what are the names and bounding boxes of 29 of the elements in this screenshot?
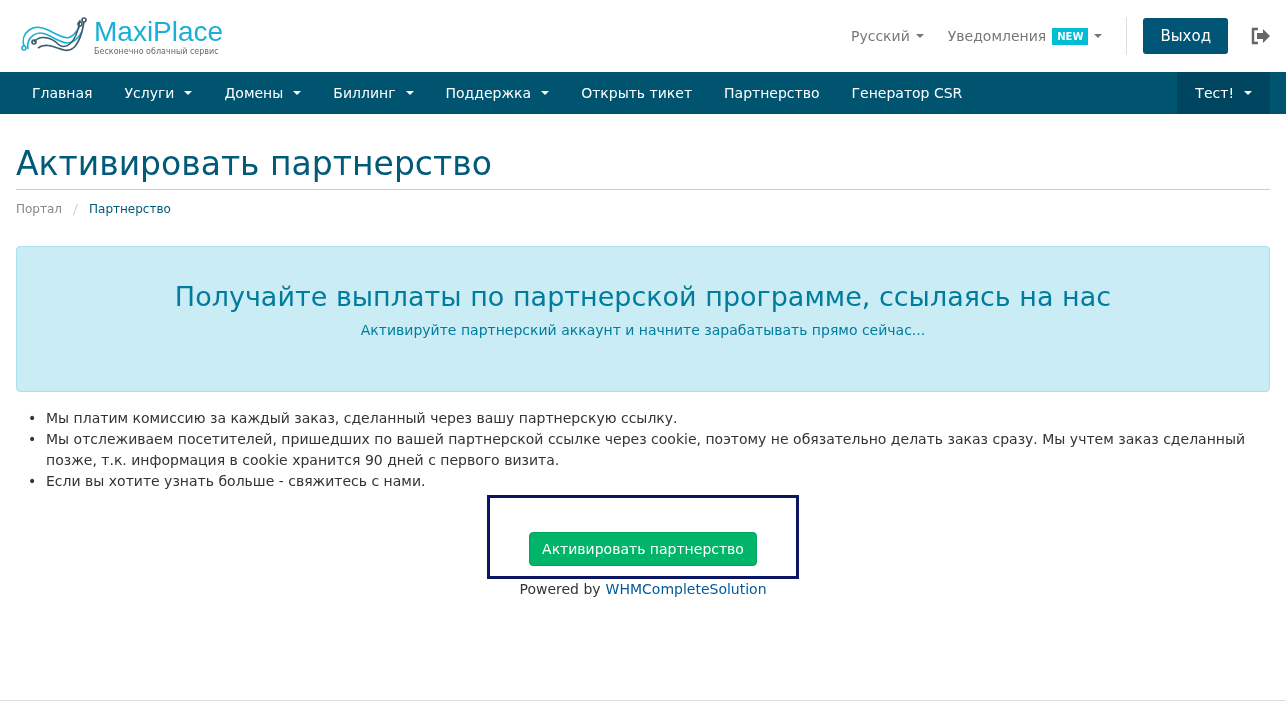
logo-tagline: Бесконечно облачный сервис xyxy=(94,46,220,56)
user-menu[interactable]: Тест! xyxy=(1177,72,1270,114)
banner-subtitle: Активируйте партнерский аккаунт и начните зарабатывать прямо сейчас... xyxy=(359,322,927,338)
bullet-marker: • xyxy=(28,472,36,491)
page-title: Активировать партнерство xyxy=(16,144,1270,190)
nav-item[interactable]: Домены xyxy=(208,72,318,114)
logo-name: MaxiPlace xyxy=(94,16,224,47)
bullet-marker: • xyxy=(28,409,36,428)
new-badge: NEW xyxy=(1052,27,1089,45)
sign-out-icon[interactable] xyxy=(1250,27,1270,45)
logout-button[interactable]: Выход xyxy=(1143,18,1228,54)
nav-item[interactable]: Главная xyxy=(16,72,109,114)
footer-link[interactable]: WHMCompleteSolution xyxy=(605,581,767,597)
powered-by-text: Powered by xyxy=(519,581,601,597)
nav-item[interactable]: Генератор CSR xyxy=(835,72,979,114)
bullet-marker: • xyxy=(28,430,36,449)
nav-item[interactable]: Открыть тикет xyxy=(565,72,709,114)
bullet-text: Мы платим комиссию за каждый заказ, сделанный через вашу партнерскую ссылку. xyxy=(46,409,678,428)
nav-item[interactable]: Услуги xyxy=(108,72,209,114)
breadcrumb-item[interactable]: Партнерство xyxy=(89,202,171,216)
banner-title: Получайте выплаты по партнерской программе, ссылаясь на нас xyxy=(173,281,1113,312)
nav-item[interactable]: Биллинг xyxy=(317,72,430,114)
top-link[interactable]: Уведомления NEW xyxy=(947,27,1103,45)
nav-item[interactable]: Поддержка xyxy=(429,72,566,114)
breadcrumb-item[interactable]: Портал xyxy=(16,202,62,216)
top-link[interactable]: Русский xyxy=(851,28,924,44)
bullet-text: Если вы хотите узнать больше - свяжитесь с нами. xyxy=(46,472,426,491)
nav-item[interactable]: Партнерство xyxy=(708,72,836,114)
bullet-text: Мы отслеживаем посетителей, пришедших по вашей партнерской ссылке через cookie, поэтому не обязательно делать заказ сразу. Мы учтем заказ сделанный позже, т.к. информация в cookie хранится 90 дней с первого визита. xyxy=(46,430,1247,470)
